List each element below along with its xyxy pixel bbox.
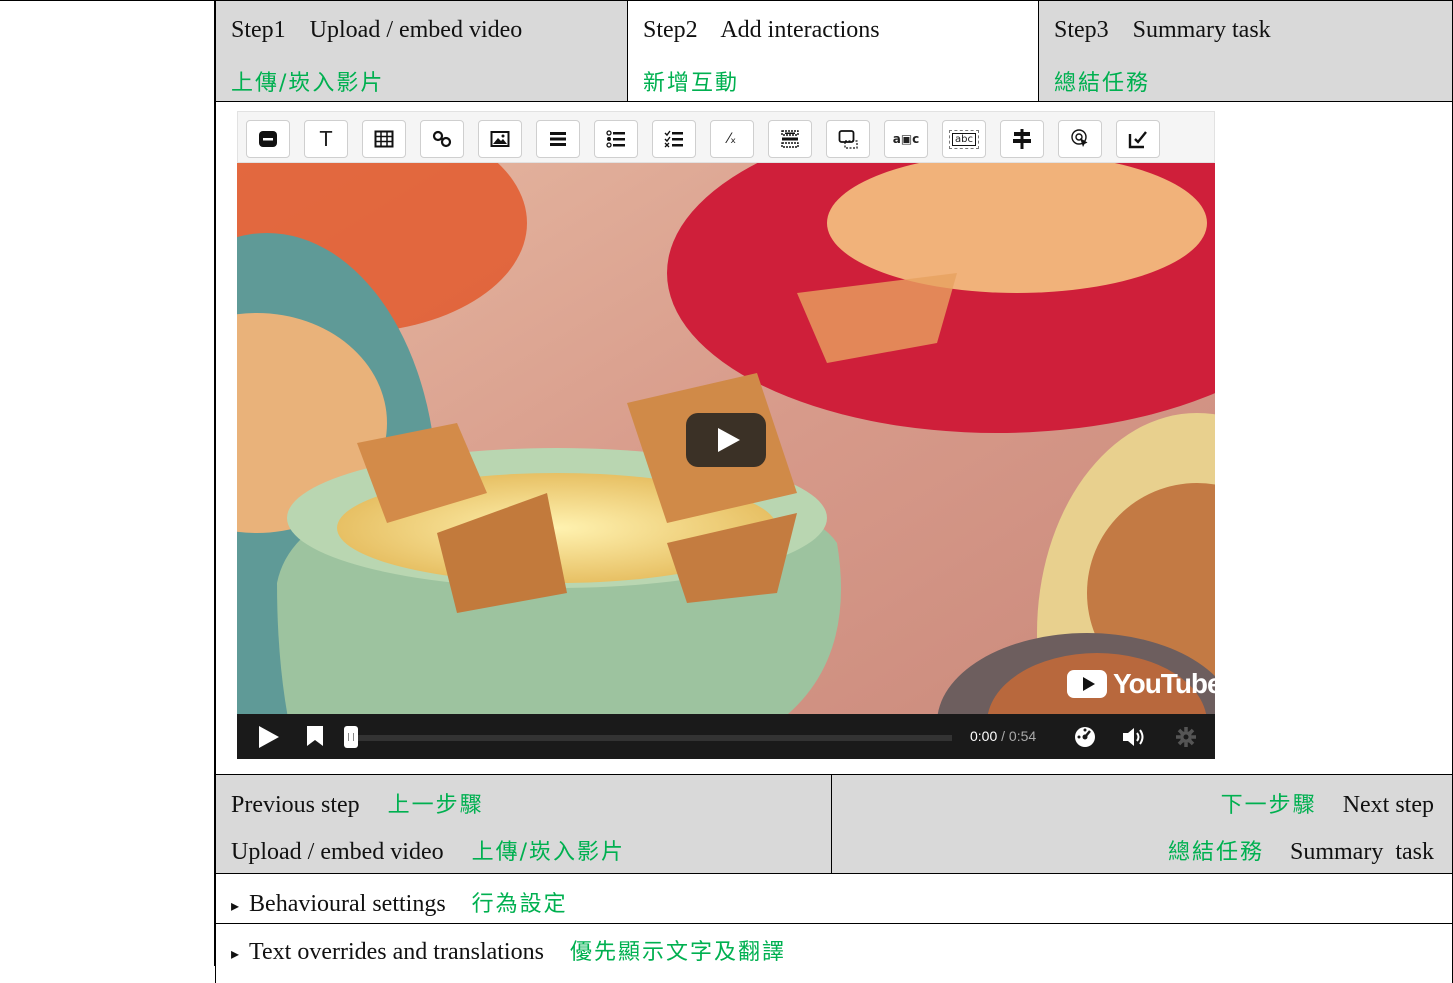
step-tab-label-zh: 新增互動 [643,71,740,96]
section-label-zh: 行為設定 [471,892,568,917]
next-target-en: Summary task [1290,839,1434,865]
multiple-choice-icon[interactable] [652,120,696,158]
step-tab-summary[interactable]: Step3 Summary task 總結任務 [1038,0,1453,102]
step-tab-interactions[interactable]: Step2 Add interactions 新增互動 [627,0,1039,102]
video-player[interactable]: YouTube 0:00 / 0:54 [237,163,1215,759]
time-display: 0:00 / 0:54 [970,728,1036,744]
next-label-zh: 下一步驟 [1220,793,1317,818]
video-controls-bar: 0:00 / 0:54 [237,714,1215,759]
play-overlay-button[interactable] [686,413,766,467]
drag-drop-icon[interactable] [826,120,870,158]
seek-bar-track[interactable] [345,735,952,741]
crossroads-icon[interactable] [1000,120,1044,158]
text-icon[interactable]: T [304,120,348,158]
true-false-icon[interactable]: ⁄ₓ [710,120,754,158]
step-tab-upload[interactable]: Step1 Upload / embed video 上傳/崁入影片 [215,0,628,102]
step-tab-label-en: Step1 Upload / embed video [231,17,523,43]
text-overrides-toggle[interactable]: ▸ Text overrides and translations 優先顯示文字及… [215,923,1453,983]
prev-label-zh: 上一步驟 [387,793,484,818]
step-tab-label-zh: 上傳/崁入影片 [231,71,385,96]
drag-text-icon[interactable]: abc [942,120,986,158]
time-total: / 0:54 [1001,728,1037,744]
next-label-en: Next step [1342,792,1434,818]
step-tab-label-en: Step3 Summary task [1054,17,1271,43]
behavioural-settings-toggle[interactable]: ▸ Behavioural settings 行為設定 [215,873,1453,924]
single-choice-icon[interactable] [594,120,638,158]
editor-frame: Step1 Upload / embed video 上傳/崁入影片 Step2… [0,0,1453,983]
prev-target-zh: 上傳/崁入影片 [471,840,626,865]
step-tab-label-zh: 總結任務 [1054,71,1151,96]
left-margin-column [0,0,215,966]
table-icon[interactable] [362,120,406,158]
true-false-glyph: ⁄ₓ [727,131,737,147]
section-label-zh: 優先顯示文字及翻譯 [569,940,786,965]
section-label-en: Behavioural settings [249,891,446,917]
previous-step-button[interactable]: Previous step 上一步驟 Upload / embed video 上傳… [215,774,832,874]
fill-blanks-icon[interactable] [768,120,812,158]
image-icon[interactable] [478,120,522,158]
drag-text-glyph: abc [949,129,979,149]
seek-bar-handle[interactable] [344,726,358,748]
mark-words-icon[interactable]: a▣c [884,120,928,158]
navigation-hotspot-icon[interactable] [1058,120,1102,158]
mark-words-glyph: a▣c [892,132,920,146]
youtube-play-icon [1067,670,1107,698]
text-icon-glyph: T [319,127,333,151]
prev-label-en: Previous step [231,792,360,818]
expand-arrow-icon: ▸ [231,944,240,963]
interactions-toolbar: T ⁄ₓ a▣c abc [237,111,1215,163]
next-step-button[interactable]: 下一步驟 Next step 總結任務 Summary task [831,774,1453,874]
free-text-question-icon[interactable] [1116,120,1160,158]
statements-icon[interactable] [536,120,580,158]
label-icon[interactable] [246,120,290,158]
section-label-en: Text overrides and translations [249,939,544,965]
youtube-logo: YouTube [1067,668,1215,700]
youtube-brand-text: YouTube [1113,668,1215,699]
step-tab-label-en: Step2 Add interactions [643,17,880,43]
prev-target-en: Upload / embed video [231,839,444,865]
next-target-zh: 總結任務 [1167,840,1264,865]
expand-arrow-icon: ▸ [231,896,240,915]
link-icon[interactable] [420,120,464,158]
time-current: 0:00 [970,728,998,744]
